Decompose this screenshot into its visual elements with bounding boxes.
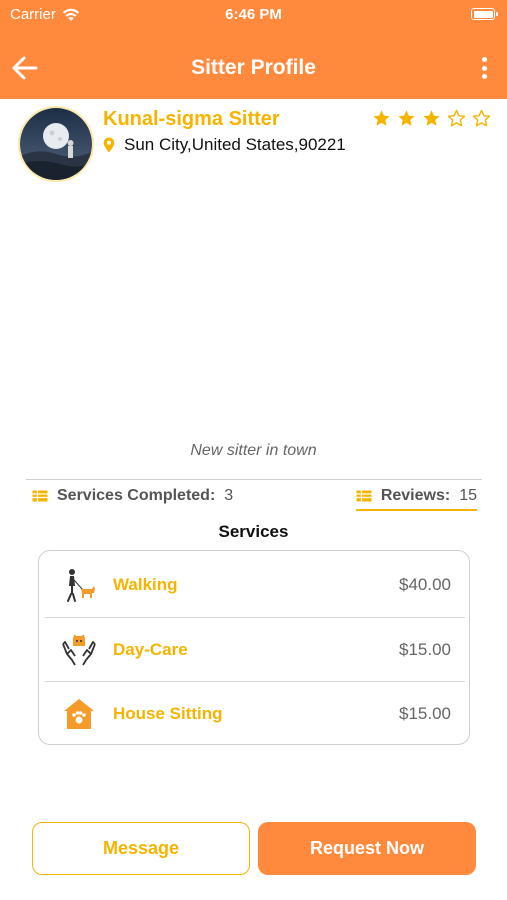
reviews-label: Reviews: (380, 487, 451, 504)
services-completed-stat: Services Completed: 3 (32, 487, 233, 505)
reviews-tab[interactable]: Reviews: 15 (355, 487, 477, 511)
reviews-value: 15 (459, 487, 477, 504)
services-completed-value: 3 (224, 487, 234, 504)
sitter-name: Kunal-sigma Sitter (103, 108, 280, 130)
status-time: 6:46 PM (225, 6, 282, 23)
star-filled-icon (423, 110, 440, 126)
service-row-house-sitting[interactable]: House Sitting $15.00 (45, 681, 465, 745)
sitter-location: Sun City,United States,90221 (103, 135, 346, 155)
service-price: $40.00 (399, 575, 451, 594)
nav-bar: Sitter Profile (0, 40, 507, 96)
star-outline-icon (472, 109, 491, 127)
dog-walking-icon (59, 565, 99, 605)
pet-house-icon (59, 694, 99, 734)
location-pin-icon (103, 137, 115, 153)
request-now-button[interactable]: Request Now (258, 822, 476, 875)
divider (26, 479, 482, 480)
avatar (18, 106, 94, 182)
star-outline-icon (447, 109, 466, 127)
table-icon (32, 490, 48, 502)
service-name: Walking (113, 575, 178, 594)
services-heading: Services (218, 522, 289, 541)
star-filled-icon (373, 110, 390, 126)
page-title: Sitter Profile (191, 56, 316, 79)
service-row-walking[interactable]: Walking $40.00 (45, 553, 465, 617)
service-price: $15.00 (399, 703, 451, 723)
status-bar: Carrier 6:46 PM (0, 0, 507, 28)
app-header: Carrier 6:46 PM Sitter Profile (0, 0, 507, 99)
services-list: Walking $40.00 Day-Care $15.00 House Sit… (38, 550, 470, 745)
more-options-button[interactable] (479, 54, 489, 82)
location-text: Sun City,United States,90221 (124, 135, 346, 154)
service-row-day-care[interactable]: Day-Care $15.00 (45, 617, 465, 681)
table-icon (356, 490, 372, 502)
battery-icon (471, 8, 498, 20)
star-rating (372, 109, 491, 128)
sitter-bio: New sitter in town (190, 442, 317, 459)
service-price: $15.00 (399, 639, 451, 659)
pet-care-hands-icon (59, 630, 99, 670)
services-completed-label: Services Completed: (57, 487, 216, 504)
service-name: Day-Care (113, 639, 188, 659)
service-name: House Sitting (113, 703, 223, 723)
message-button[interactable]: Message (32, 822, 250, 875)
stats-row: Services Completed: 3 Reviews: 15 (32, 487, 482, 511)
star-filled-icon (398, 110, 415, 126)
more-vertical-icon (481, 57, 487, 62)
avatar-image (20, 108, 92, 180)
